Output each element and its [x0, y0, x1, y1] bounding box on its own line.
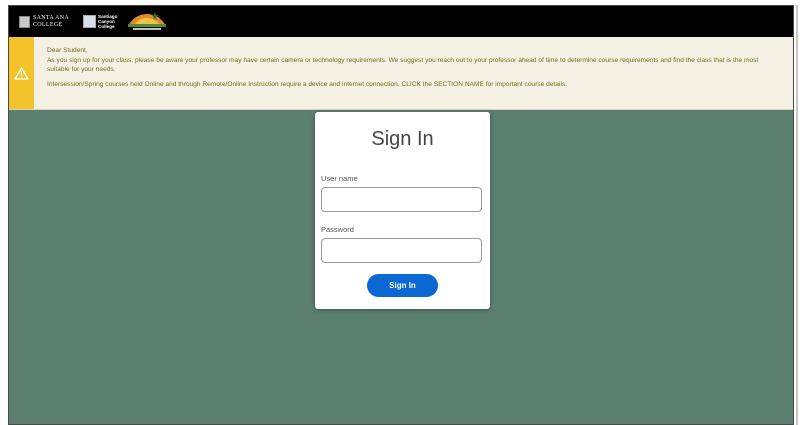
santa-ana-logo-text: SANTA ANA COLLEGE — [33, 14, 70, 28]
sign-in-card: Sign In User name Password Sign In — [315, 112, 490, 309]
santa-ana-seal-icon — [19, 15, 30, 28]
alert-sidebar — [9, 37, 34, 109]
continuing-education-logo-icon — [128, 12, 166, 30]
browser-frame: SANTA ANA COLLEGE Santiago Canyon Colleg… — [8, 5, 794, 425]
santiago-canyon-college-logo[interactable]: Santiago Canyon College — [83, 11, 121, 32]
santiago-canyon-mark-icon — [83, 15, 96, 28]
username-input[interactable] — [321, 187, 482, 212]
continuing-education-logo[interactable] — [127, 11, 167, 32]
password-label: Password — [321, 225, 354, 234]
course-requirements-alert: Dear Student, As you sign up for your cl… — [9, 37, 793, 110]
santa-ana-college-logo[interactable]: SANTA ANA COLLEGE — [19, 11, 77, 32]
alert-text: Dear Student, As you sign up for your cl… — [47, 46, 781, 89]
top-banner: SANTA ANA COLLEGE Santiago Canyon Colleg… — [9, 6, 793, 37]
santiago-canyon-logo-text: Santiago Canyon College — [98, 14, 118, 29]
password-input[interactable] — [321, 238, 482, 263]
alert-message-2: Intersession/Spring courses held Online … — [47, 80, 568, 88]
alert-greeting: Dear Student, — [47, 47, 88, 54]
window-scrollbar[interactable] — [796, 5, 798, 425]
sign-in-button[interactable]: Sign In — [367, 274, 438, 297]
warning-icon — [14, 66, 29, 80]
username-label: User name — [321, 174, 358, 183]
sign-in-title: Sign In — [371, 128, 434, 150]
alert-message: As you sign up for your class, please be… — [47, 56, 759, 74]
